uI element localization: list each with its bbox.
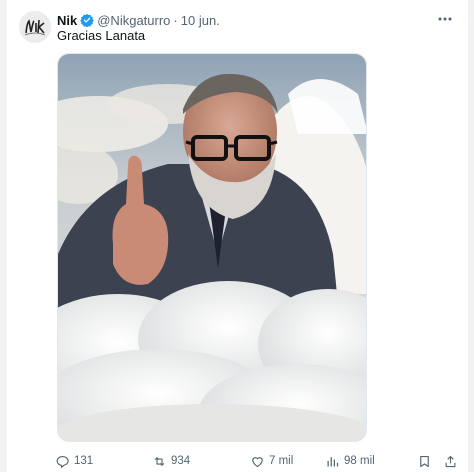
share-icon (445, 455, 456, 467)
like-button[interactable]: 7 mil (250, 452, 293, 470)
author-handle[interactable]: @Nikgaturro (97, 13, 170, 28)
views-button[interactable]: 98 mil (325, 452, 375, 470)
retweet-icon (154, 456, 165, 466)
reply-button[interactable]: 131 (55, 452, 93, 470)
views-icon (327, 456, 339, 466)
reply-icon (56, 455, 69, 468)
retweet-button[interactable]: 934 (152, 452, 190, 470)
share-button[interactable] (443, 452, 462, 470)
verified-badge-icon (80, 13, 95, 28)
like-count: 7 mil (269, 455, 294, 467)
tweet-text: Gracias Lanata (57, 28, 146, 43)
views-count: 98 mil (344, 455, 375, 467)
header-separator: · (173, 12, 178, 28)
tweet-card: Nik @Nikgaturro · 10 jun. Gracias Lanata (7, 0, 468, 472)
heart-icon (252, 456, 263, 467)
tweet-actions: 131 934 7 mil 98 mil (55, 452, 460, 470)
more-dots-icon[interactable] (436, 12, 454, 26)
avatar-logo (19, 11, 51, 43)
retweet-count: 934 (171, 455, 191, 467)
avatar[interactable] (19, 11, 51, 43)
reply-count: 131 (74, 455, 94, 467)
tweet-date[interactable]: 10 jun. (181, 13, 220, 28)
bookmark-button[interactable] (417, 452, 436, 470)
tweet-header: Nik @Nikgaturro · 10 jun. (57, 11, 220, 29)
bookmark-icon (420, 455, 429, 467)
tweet-image[interactable] (57, 53, 367, 442)
author-name[interactable]: Nik (57, 13, 77, 28)
